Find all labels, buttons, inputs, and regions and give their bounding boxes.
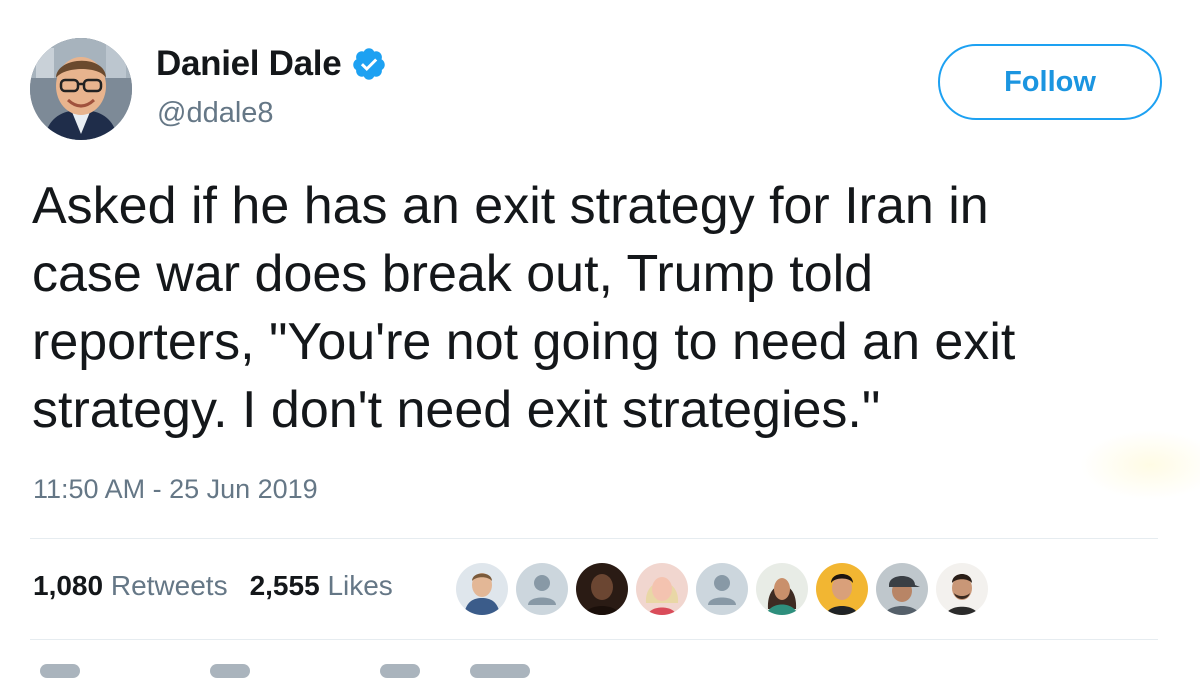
liker-avatars xyxy=(456,563,988,615)
profile-photo-icon xyxy=(30,38,132,140)
reply-icon[interactable] xyxy=(40,664,80,678)
tweet-text-line: strategy. I don't need exit strategies." xyxy=(32,381,881,439)
tweet-text-line: Asked if he has an exit strategy for Ira… xyxy=(32,177,989,235)
retweets-count: 1,080 xyxy=(33,570,104,601)
likes-label: Likes xyxy=(327,570,393,601)
tweet-text-line: case war does break out, Trump told xyxy=(32,245,874,303)
woman-scarf-avatar[interactable] xyxy=(756,563,808,615)
verified-badge-icon xyxy=(353,48,386,80)
tweet-timestamp[interactable]: 11:50 AM - 25 Jun 2019 xyxy=(33,474,318,505)
author-avatar[interactable] xyxy=(30,38,132,140)
author-display-name[interactable]: Daniel Dale xyxy=(156,44,342,84)
author-handle[interactable]: @ddale8 xyxy=(157,97,274,130)
man-avatar[interactable] xyxy=(816,563,868,615)
follow-button[interactable]: Follow xyxy=(938,44,1162,120)
man-cap-avatar[interactable] xyxy=(876,563,928,615)
photo-glare xyxy=(1080,430,1200,500)
likes-stat[interactable]: 2,555 Likes xyxy=(250,570,393,602)
default-avatar[interactable] xyxy=(696,563,748,615)
retweets-label: Retweets xyxy=(110,570,228,601)
retweets-stat[interactable]: 1,080 Retweets xyxy=(33,570,228,602)
tweet-stats: 1,080 Retweets 2,555 Likes xyxy=(33,570,393,602)
like-icon[interactable] xyxy=(380,664,420,678)
dark-photo-avatar[interactable] xyxy=(576,563,628,615)
divider xyxy=(30,538,1158,539)
tweet-text-line: reporters, "You're not going to need an … xyxy=(32,313,1016,371)
message-icon[interactable] xyxy=(470,664,530,678)
man-in-suit-avatar[interactable] xyxy=(456,563,508,615)
likes-count: 2,555 xyxy=(249,570,320,601)
tweet-text: Asked if he has an exit strategy for Ira… xyxy=(32,172,1182,444)
default-avatar[interactable] xyxy=(516,563,568,615)
tweet-card: Daniel Dale @ddale8 Follow Asked if he h… xyxy=(0,0,1200,678)
author-name-row: Daniel Dale xyxy=(156,44,387,84)
divider xyxy=(30,639,1158,640)
man-beard-avatar[interactable] xyxy=(936,563,988,615)
retweet-icon[interactable] xyxy=(210,664,250,678)
woman-blonde-avatar[interactable] xyxy=(636,563,688,615)
